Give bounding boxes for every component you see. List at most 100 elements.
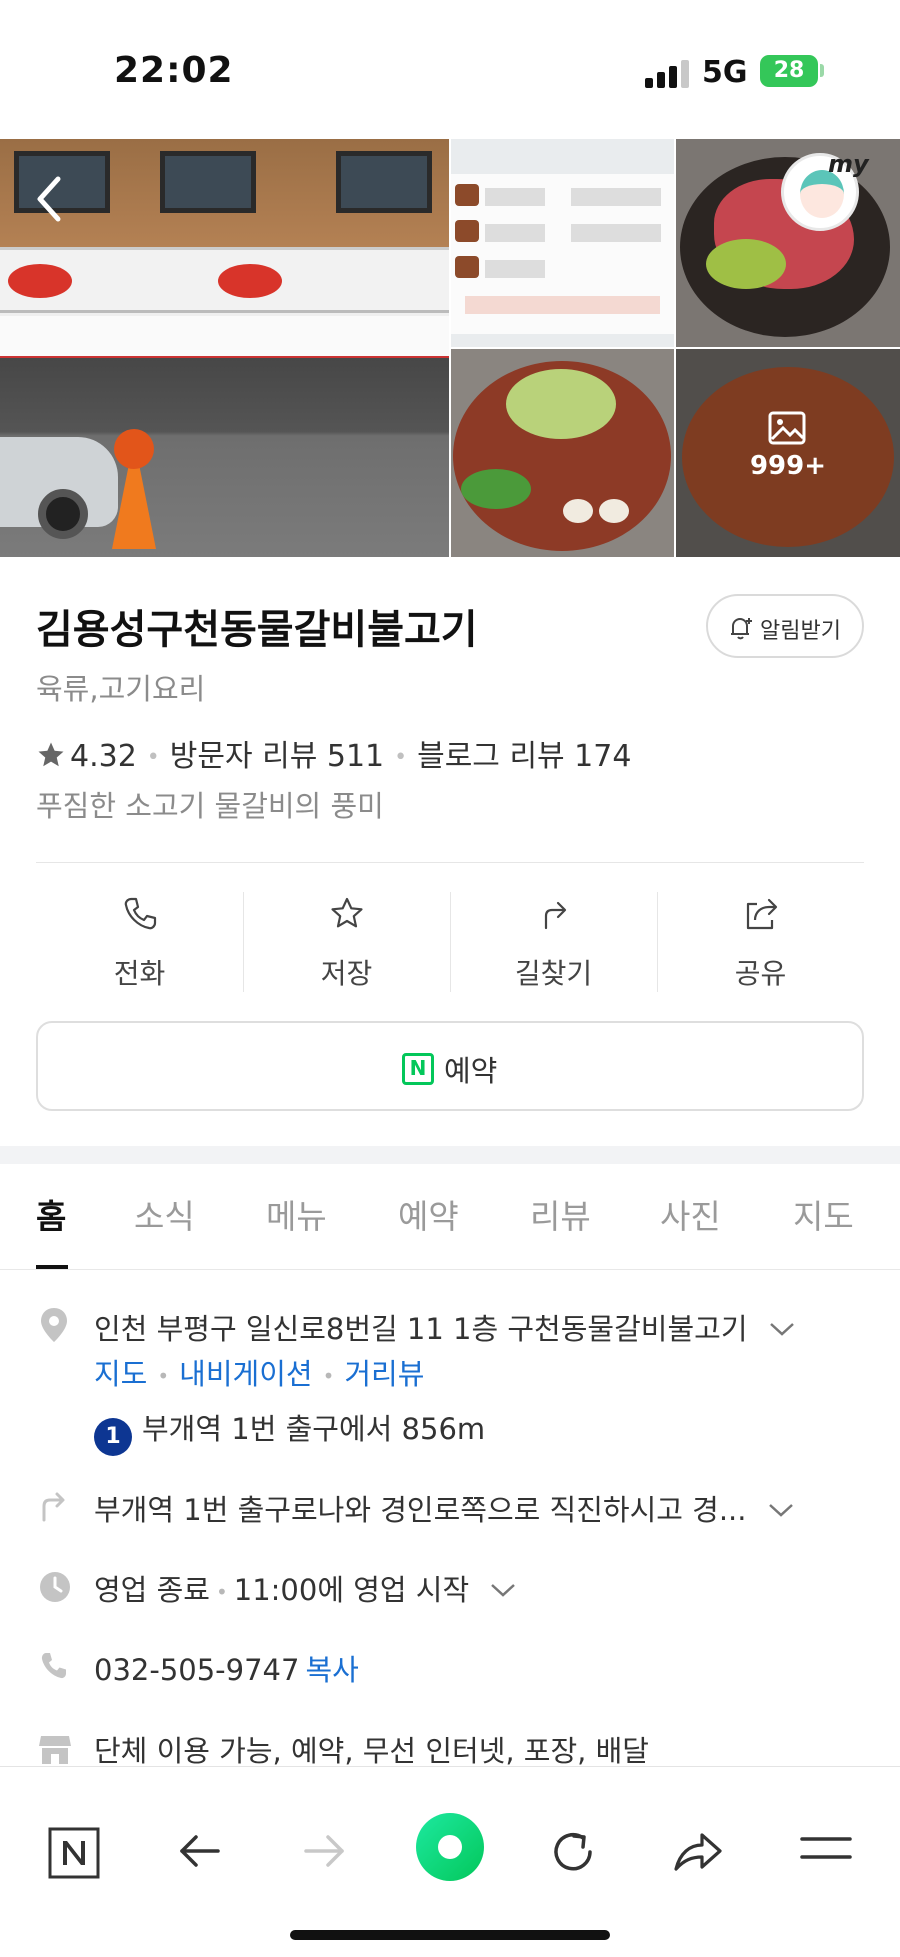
reserve-label: 예약	[444, 1054, 498, 1088]
storefront-photo[interactable]	[0, 139, 449, 557]
network-type: 5G	[702, 55, 748, 90]
hours-status: 영업 종료	[94, 1573, 210, 1607]
notify-label: 알림받기	[760, 619, 841, 644]
visitor-reviews-link[interactable]: 방문자 리뷰 511	[170, 739, 384, 774]
my-label: my	[828, 150, 869, 178]
location-pin-icon	[41, 1308, 67, 1342]
battery-tip	[820, 64, 824, 77]
rating-line: 4.32 • 방문자 리뷰 511 • 블로그 리뷰 174	[36, 731, 631, 775]
section-gap	[0, 1146, 900, 1164]
back-icon[interactable]	[176, 1827, 224, 1875]
separator-dot: •	[157, 1364, 170, 1388]
bulgogi-photo[interactable]	[451, 349, 674, 557]
menu-row	[465, 296, 660, 314]
star-rating-icon	[38, 742, 64, 767]
hours-row[interactable]: 영업 종료 • 11:00에 영업 시작	[94, 1567, 516, 1609]
phone-icon	[41, 1653, 66, 1679]
save-button[interactable]: 저장	[243, 890, 450, 994]
refresh-icon[interactable]	[548, 1827, 598, 1877]
rating-value: 4.32	[70, 739, 137, 774]
directions-icon	[544, 901, 567, 930]
image-icon	[768, 411, 806, 445]
naver-home-icon[interactable]	[48, 1827, 100, 1879]
tab-reservation[interactable]: 예약	[398, 1190, 459, 1238]
naver-green-dot-icon[interactable]	[414, 1811, 486, 1883]
notify-button[interactable]: 알림받기	[706, 594, 864, 658]
share-icon	[746, 898, 778, 930]
menu-thumb	[455, 220, 479, 242]
share-icon[interactable]	[672, 1827, 724, 1875]
tab-news[interactable]: 소식	[134, 1190, 195, 1238]
hours-next-open: 11:00에 영업 시작	[233, 1573, 470, 1607]
menu-row	[571, 224, 661, 242]
beef-hotpot-photo[interactable]: my	[676, 139, 900, 347]
chevron-down-icon	[769, 1323, 794, 1336]
address-row[interactable]: 인천 부평구 일신로8번길 11 1층 구천동물갈비불고기	[94, 1306, 795, 1348]
share-button[interactable]: 공유	[657, 890, 864, 994]
home-indicator[interactable]	[290, 1930, 610, 1940]
call-label: 전화	[113, 957, 166, 990]
phone-row: 032-505-9747 복사	[94, 1647, 359, 1689]
menu-row	[485, 260, 545, 278]
subway-line-badge: 1	[94, 1418, 132, 1456]
store-banner	[0, 316, 449, 358]
menu-row	[571, 188, 661, 206]
store-icon	[39, 1736, 71, 1764]
car-wheel	[38, 489, 88, 539]
chevron-down-icon	[491, 1584, 516, 1597]
directions-row[interactable]: 부개역 1번 출구로나와 경인로쪽으로 직진하시고 경...	[94, 1487, 794, 1529]
call-button[interactable]: 전화	[36, 890, 243, 994]
separator-dot: •	[394, 745, 408, 770]
route-icon	[42, 1492, 65, 1522]
navigation-link[interactable]: 내비게이션	[179, 1357, 312, 1391]
cellular-signal-icon	[645, 60, 689, 88]
street-view-link[interactable]: 거리뷰	[344, 1357, 424, 1391]
store-sign	[0, 247, 449, 313]
photo-gallery: my 999+	[0, 139, 900, 557]
more-photos-tile[interactable]: 999+	[676, 349, 900, 557]
menu-sheet	[451, 174, 674, 334]
back-arrow-icon[interactable]	[34, 175, 64, 223]
map-link[interactable]: 지도	[94, 1357, 147, 1391]
cone-sign	[114, 429, 154, 469]
tab-menu[interactable]: 메뉴	[266, 1190, 327, 1238]
vegetables	[706, 239, 786, 289]
tab-home[interactable]: 홈	[36, 1190, 66, 1238]
chevron-down-icon	[768, 1504, 793, 1517]
tab-photos[interactable]: 사진	[660, 1190, 721, 1238]
blog-reviews-link[interactable]: 블로그 리뷰 174	[417, 739, 631, 774]
menu-row	[485, 188, 545, 206]
address-links: 지도 • 내비게이션 • 거리뷰	[94, 1351, 424, 1393]
browser-toolbar	[0, 1766, 900, 1957]
window	[336, 151, 432, 213]
phone-icon	[124, 897, 157, 930]
mushroom	[563, 499, 593, 523]
directions-button[interactable]: 길찾기	[450, 890, 657, 994]
bell-plus-icon	[731, 618, 752, 640]
place-category: 육류,고기요리	[36, 672, 206, 706]
menu-icon[interactable]	[800, 1831, 852, 1867]
menu-thumb	[455, 256, 479, 278]
amenities-row: 단체 이용 가능, 예약, 무선 인터넷, 포장, 배달	[94, 1734, 649, 1768]
separator-dot: •	[146, 745, 160, 770]
directions-label: 길찾기	[514, 957, 593, 990]
tab-reviews[interactable]: 리뷰	[530, 1190, 591, 1238]
menu-row	[485, 224, 545, 242]
share-label: 공유	[734, 957, 787, 990]
tab-map[interactable]: 지도	[793, 1190, 854, 1238]
separator-dot: •	[215, 1580, 228, 1604]
copy-phone-link[interactable]: 복사	[305, 1653, 358, 1687]
place-title: 김용성구천동물갈비불고기	[36, 607, 478, 653]
status-bar: 22:02 5G 28	[0, 0, 900, 139]
menu-board-photo[interactable]	[451, 139, 674, 347]
place-description: 푸짐한 소고기 물갈비의 풍미	[36, 789, 384, 823]
my-profile-avatar[interactable]: my	[781, 150, 869, 231]
active-tab-indicator	[36, 1265, 68, 1269]
action-bar: 전화 저장 길찾기 공유	[36, 890, 864, 994]
reserve-button[interactable]: N 예약	[36, 1021, 864, 1111]
forward-icon[interactable]	[300, 1827, 348, 1875]
sign-badge	[8, 264, 72, 298]
green-onions	[506, 369, 616, 439]
bok-choy	[461, 469, 531, 509]
phone-number[interactable]: 032-505-9747	[94, 1653, 299, 1687]
